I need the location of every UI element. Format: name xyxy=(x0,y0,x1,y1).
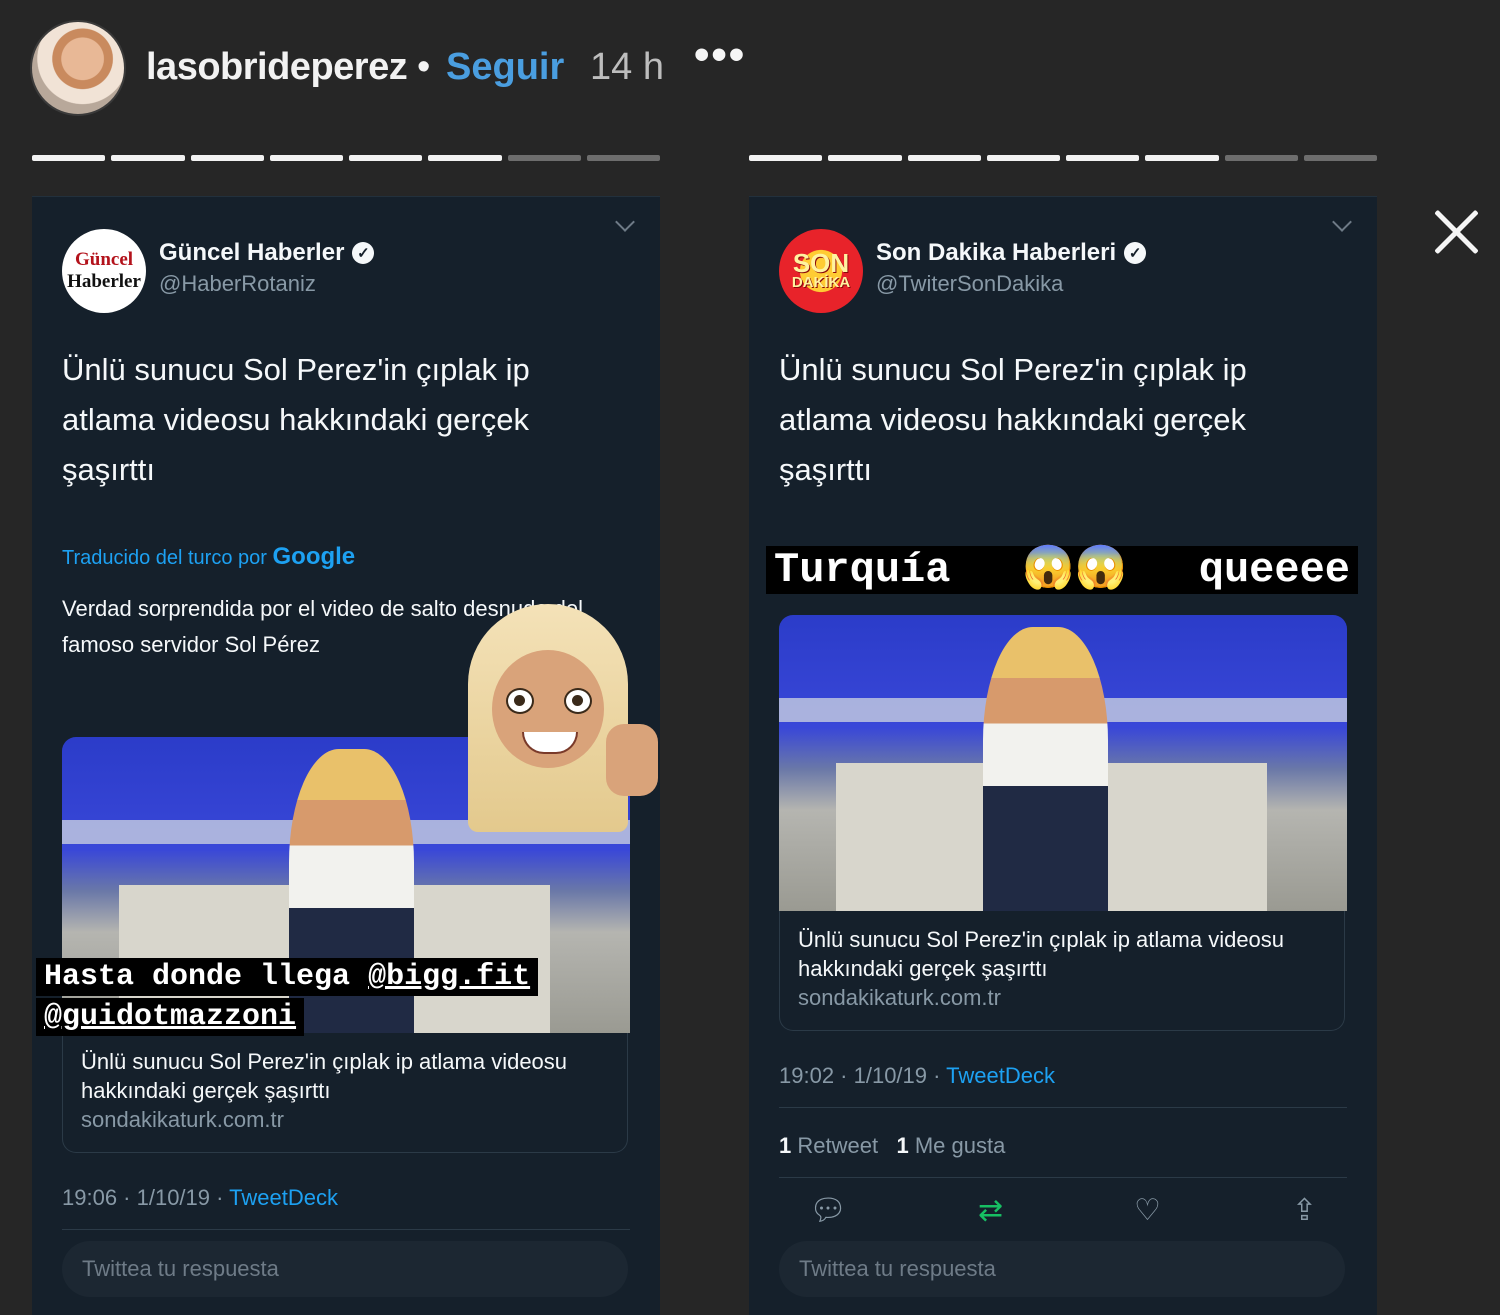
progress-segment xyxy=(1145,155,1219,161)
story-caption-turquia: Turquía 😱😱 queeee xyxy=(766,546,1358,594)
progress-segment xyxy=(986,155,1060,161)
tweet-timestamp: 19:06 · 1/10/19 · xyxy=(62,1185,224,1210)
translated-prefix: Traducido del turco por xyxy=(62,547,267,569)
tweet-source-link[interactable]: TweetDeck xyxy=(229,1185,338,1210)
avatar[interactable] xyxy=(30,20,126,116)
avatar-logo-line: DAKİKA xyxy=(791,274,851,291)
verified-icon: ✓ xyxy=(352,242,375,264)
memoji-thumbs-up-sticker xyxy=(456,604,662,832)
story-time: 14 h xyxy=(590,46,664,88)
link-card[interactable]: Ünlü sunucu Sol Perez'in çıplak ip atlam… xyxy=(62,1033,628,1153)
verified-icon: ✓ xyxy=(1124,242,1147,264)
progress-segment xyxy=(749,155,823,161)
account-name[interactable]: Son Dakika Haberleri ✓ xyxy=(876,239,1147,267)
reply-input[interactable]: Twittea tu respuesta xyxy=(779,1241,1345,1297)
translation-attribution[interactable]: Traducido del turco por Google xyxy=(62,543,355,571)
reply-input[interactable]: Twittea tu respuesta xyxy=(62,1241,628,1297)
caption-word: queeee xyxy=(1198,546,1350,594)
account-avatar[interactable]: Güncel Haberler xyxy=(62,229,146,313)
link-title: Ünlü sunucu Sol Perez'in çıplak ip atlam… xyxy=(81,1049,568,1103)
progress-segment xyxy=(269,155,343,161)
tweet-text: Ünlü sunucu Sol Perez'in çıplak ip atlam… xyxy=(62,352,530,487)
like-icon[interactable]: ♡ xyxy=(1134,1193,1161,1228)
story-header: lasobrideperez • Seguir 14 h ••• xyxy=(0,0,1500,140)
tweet-meta: 19:02 · 1/10/19 · TweetDeck xyxy=(779,1063,1055,1089)
progress-segment xyxy=(907,155,981,161)
avatar-logo-line: SON xyxy=(792,248,850,278)
progress-segment xyxy=(1224,155,1298,161)
tweet-media-image[interactable] xyxy=(779,615,1347,911)
story-caption-line2: @guidotmazzoni xyxy=(36,998,305,1036)
account-handle[interactable]: @TwiterSonDakika xyxy=(876,271,1063,297)
account-name[interactable]: Güncel Haberler ✓ xyxy=(159,239,375,267)
caption-word: Turquía xyxy=(774,546,951,594)
chevron-down-icon[interactable] xyxy=(1332,212,1352,232)
story-caption-line1: Hasta donde llega @bigg.fit xyxy=(36,958,539,996)
divider xyxy=(62,1229,630,1230)
caption-text: Hasta donde llega xyxy=(44,960,369,994)
divider xyxy=(779,1107,1347,1108)
mention-bigg-fit[interactable]: @bigg.fit xyxy=(368,960,530,994)
link-domain: sondakikaturk.com.tr xyxy=(81,1107,284,1132)
progress-segment xyxy=(507,155,581,161)
screaming-face-emoji: 😱😱 xyxy=(1022,546,1127,594)
link-title: Ünlü sunucu Sol Perez'in çıplak ip atlam… xyxy=(798,927,1285,981)
progress-segment xyxy=(349,155,423,161)
divider xyxy=(779,1177,1347,1178)
link-domain: sondakikaturk.com.tr xyxy=(798,985,1001,1010)
more-options-icon[interactable]: ••• xyxy=(694,30,746,80)
like-label[interactable]: Me gusta xyxy=(915,1133,1006,1158)
story-progress-right xyxy=(749,155,1377,161)
tweet-timestamp: 19:02 · 1/10/19 · xyxy=(779,1063,941,1088)
account-name-text: Son Dakika Haberleri xyxy=(876,239,1117,266)
tweet-text: Ünlü sunucu Sol Perez'in çıplak ip atlam… xyxy=(779,352,1247,487)
separator-dot: • xyxy=(417,46,431,88)
progress-segment xyxy=(828,155,902,161)
studio-photo xyxy=(779,615,1347,911)
retweet-label[interactable]: Retweet xyxy=(797,1133,878,1158)
account-name-text: Güncel Haberler xyxy=(159,239,345,266)
progress-segment xyxy=(111,155,185,161)
avatar-logo-line: Haberler xyxy=(67,271,141,292)
tweet-source-link[interactable]: TweetDeck xyxy=(946,1063,1055,1088)
follow-button[interactable]: Seguir xyxy=(446,46,564,89)
like-count[interactable]: 1 xyxy=(896,1133,908,1158)
tweet-screenshot-right[interactable]: SON DAKİKA Son Dakika Haberleri ✓ @Twite… xyxy=(749,196,1377,1315)
chevron-down-icon[interactable] xyxy=(615,212,635,232)
retweet-icon[interactable]: ⇄ xyxy=(978,1193,1003,1228)
progress-segment xyxy=(428,155,502,161)
story-username[interactable]: lasobrideperez xyxy=(146,46,408,89)
account-avatar[interactable]: SON DAKİKA xyxy=(779,229,863,313)
progress-segment xyxy=(190,155,264,161)
progress-segment xyxy=(1066,155,1140,161)
progress-segment xyxy=(32,155,106,161)
progress-segment xyxy=(1303,155,1377,161)
progress-segment xyxy=(586,155,660,161)
tweet-actions: 💬︎ ⇄ ♡ ⇪ xyxy=(809,1193,1317,1228)
mention-guidotmazzoni[interactable]: @guidotmazzoni xyxy=(44,1000,296,1034)
close-icon[interactable] xyxy=(1430,205,1482,257)
account-handle[interactable]: @HaberRotaniz xyxy=(159,271,316,297)
google-logo: Google xyxy=(272,543,356,570)
retweet-count[interactable]: 1 xyxy=(779,1133,791,1158)
tweet-stats: 1 Retweet 1 Me gusta xyxy=(779,1133,1005,1159)
story-progress-left xyxy=(32,155,660,161)
tweet-meta: 19:06 · 1/10/19 · TweetDeck xyxy=(62,1185,338,1211)
reply-icon[interactable]: 💬︎ xyxy=(809,1193,847,1228)
share-icon[interactable]: ⇪ xyxy=(1292,1193,1317,1228)
avatar-logo-line: Güncel xyxy=(74,249,134,270)
link-card[interactable]: Ünlü sunucu Sol Perez'in çıplak ip atlam… xyxy=(779,911,1345,1031)
